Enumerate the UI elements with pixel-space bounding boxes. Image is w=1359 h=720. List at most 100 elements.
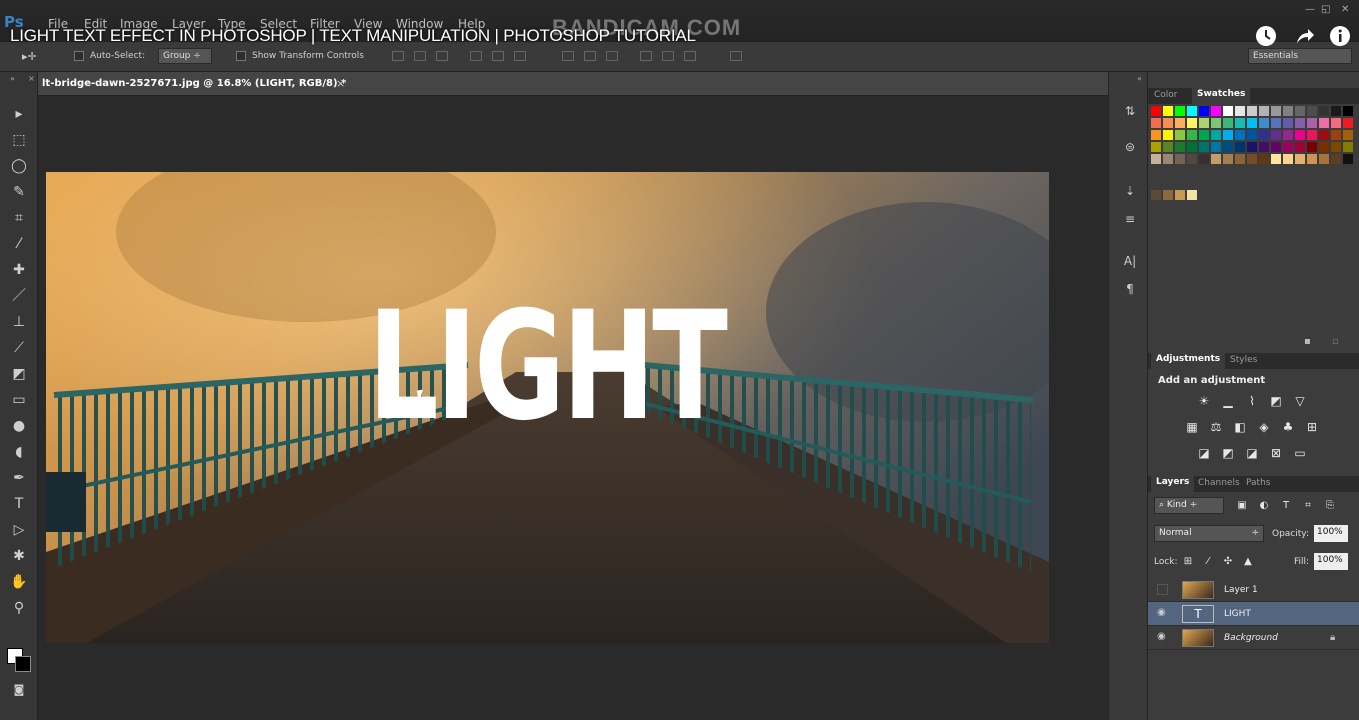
color-swatch[interactable] (1283, 106, 1293, 116)
color-swatch[interactable] (1259, 130, 1269, 140)
posterize-icon[interactable]: ◩ (1220, 446, 1236, 460)
color-swatch[interactable] (1223, 130, 1233, 140)
close-document-icon[interactable]: × (336, 77, 345, 90)
color-swatch[interactable] (1223, 154, 1233, 164)
color-swatch[interactable] (1175, 154, 1185, 164)
align-hcenter-icon[interactable] (492, 51, 504, 61)
swatches-grid[interactable] (1151, 106, 1356, 206)
color-swatch[interactable] (1307, 106, 1317, 116)
color-swatch[interactable] (1247, 118, 1257, 128)
color-swatch[interactable] (1199, 106, 1209, 116)
distribute-hcenter-icon[interactable] (662, 51, 674, 61)
gradient-map-icon[interactable]: ▭ (1292, 446, 1308, 460)
delete-swatch-icon[interactable]: ▫ (1332, 336, 1339, 347)
lasso-tool-icon[interactable]: ◯ (9, 156, 29, 176)
brush-presets-icon[interactable]: ≡ (1121, 210, 1139, 228)
color-swatch[interactable] (1163, 130, 1173, 140)
filter-smart-icon[interactable]: ⎘ (1322, 499, 1338, 513)
color-swatch[interactable] (1187, 118, 1197, 128)
brush-tool-icon[interactable]: ／ (9, 286, 29, 306)
distribute-top-icon[interactable] (562, 51, 574, 61)
color-swatch[interactable] (1151, 154, 1161, 164)
color-swatch[interactable] (1283, 142, 1293, 152)
layer-row-background[interactable]: ◉ Background 🔒︎ (1148, 626, 1359, 650)
color-swatch[interactable] (1283, 154, 1293, 164)
tab-styles[interactable]: Styles (1230, 355, 1257, 365)
levels-icon[interactable]: ▁ (1220, 394, 1236, 408)
opacity-input[interactable]: 100% (1314, 525, 1348, 542)
color-balance-icon[interactable]: ⚖ (1208, 420, 1224, 434)
marquee-tool-icon[interactable]: ⬚ (9, 130, 29, 150)
color-swatch[interactable] (1223, 106, 1233, 116)
color-swatch[interactable] (1271, 142, 1281, 152)
color-swatch[interactable] (1163, 106, 1173, 116)
selective-color-icon[interactable]: ⊠ (1268, 446, 1284, 460)
color-swatch[interactable] (1199, 118, 1209, 128)
color-swatch[interactable] (1343, 154, 1353, 164)
light-text-layer[interactable]: LIGHT (368, 287, 728, 447)
color-swatch[interactable] (1175, 130, 1185, 140)
color-swatch[interactable] (1211, 130, 1221, 140)
share-icon[interactable] (1292, 25, 1318, 51)
color-swatch[interactable] (1295, 142, 1305, 152)
color-swatch[interactable] (1235, 106, 1245, 116)
dodge-tool-icon[interactable]: ◖ (9, 442, 29, 462)
blur-tool-icon[interactable]: ● (9, 416, 29, 436)
color-swatch[interactable] (1223, 118, 1233, 128)
minimize-icon[interactable]: — (1305, 4, 1315, 15)
black-white-icon[interactable]: ◧ (1232, 420, 1248, 434)
brush-panel-icon[interactable]: ⇣ (1121, 182, 1139, 200)
tab-adjustments[interactable]: Adjustments (1151, 353, 1226, 369)
color-swatch[interactable] (1247, 142, 1257, 152)
color-swatch[interactable] (1199, 154, 1209, 164)
show-transform-checkbox[interactable] (236, 51, 246, 61)
color-swatch[interactable] (1199, 142, 1209, 152)
color-swatch[interactable] (1331, 106, 1341, 116)
type-tool-icon[interactable]: T (9, 494, 29, 514)
auto-select-dropdown[interactable]: Group ÷ (158, 48, 212, 64)
tab-color[interactable]: Color (1154, 90, 1178, 100)
path-select-icon[interactable]: ▷ (9, 520, 29, 540)
info-icon[interactable] (1327, 25, 1353, 51)
move-tool-icon[interactable]: ▸ (9, 104, 29, 124)
color-swatch[interactable] (1295, 154, 1305, 164)
history-panel-icon[interactable]: ⇅ (1121, 102, 1139, 120)
distribute-bottom-icon[interactable] (606, 51, 618, 61)
channel-mixer-icon[interactable]: ♣ (1280, 420, 1296, 434)
color-swatch[interactable] (1259, 118, 1269, 128)
color-swatch[interactable] (1295, 106, 1305, 116)
color-swatch[interactable] (1151, 142, 1161, 152)
eye-icon[interactable]: ◉ (1157, 607, 1166, 618)
color-swatch[interactable] (1319, 130, 1329, 140)
zoom-tool-icon[interactable]: ⚲ (9, 598, 29, 618)
color-swatch[interactable] (1271, 118, 1281, 128)
filter-type-icon[interactable]: T (1278, 499, 1294, 513)
color-swatch[interactable] (1211, 118, 1221, 128)
shape-tool-icon[interactable]: ✱ (9, 546, 29, 566)
distribute-right-icon[interactable] (684, 51, 696, 61)
align-top-icon[interactable] (392, 51, 404, 61)
color-swatch[interactable] (1259, 154, 1269, 164)
layer-row-light[interactable]: ◉ T LIGHT (1148, 602, 1359, 626)
color-swatch[interactable] (1331, 142, 1341, 152)
close-window-icon[interactable]: ✕ (1341, 4, 1349, 15)
filter-shape-icon[interactable]: ⌗ (1300, 499, 1316, 513)
color-swatch[interactable] (1235, 130, 1245, 140)
color-swatch[interactable] (1343, 142, 1353, 152)
color-swatch[interactable] (1151, 190, 1161, 200)
color-swatch[interactable] (1151, 118, 1161, 128)
distribute-vcenter-icon[interactable] (584, 51, 596, 61)
color-swatch[interactable] (1211, 142, 1221, 152)
align-vcenter-icon[interactable] (414, 51, 426, 61)
color-swatch[interactable] (1331, 154, 1341, 164)
color-swatch[interactable] (1175, 118, 1185, 128)
move-tool-preset-icon[interactable]: ▸✛ (22, 50, 37, 63)
layer-row-layer1[interactable]: Layer 1 (1148, 578, 1359, 602)
healing-brush-icon[interactable]: ✚ (9, 260, 29, 280)
eraser-tool-icon[interactable]: ◩ (9, 364, 29, 384)
color-swatch[interactable] (1319, 142, 1329, 152)
background-color-swatch[interactable] (15, 656, 31, 672)
color-swatch[interactable] (1343, 106, 1353, 116)
kind-filter-dropdown[interactable]: ⌕ Kind ÷ (1154, 497, 1224, 514)
quick-mask-icon[interactable]: ◙ (9, 680, 29, 700)
